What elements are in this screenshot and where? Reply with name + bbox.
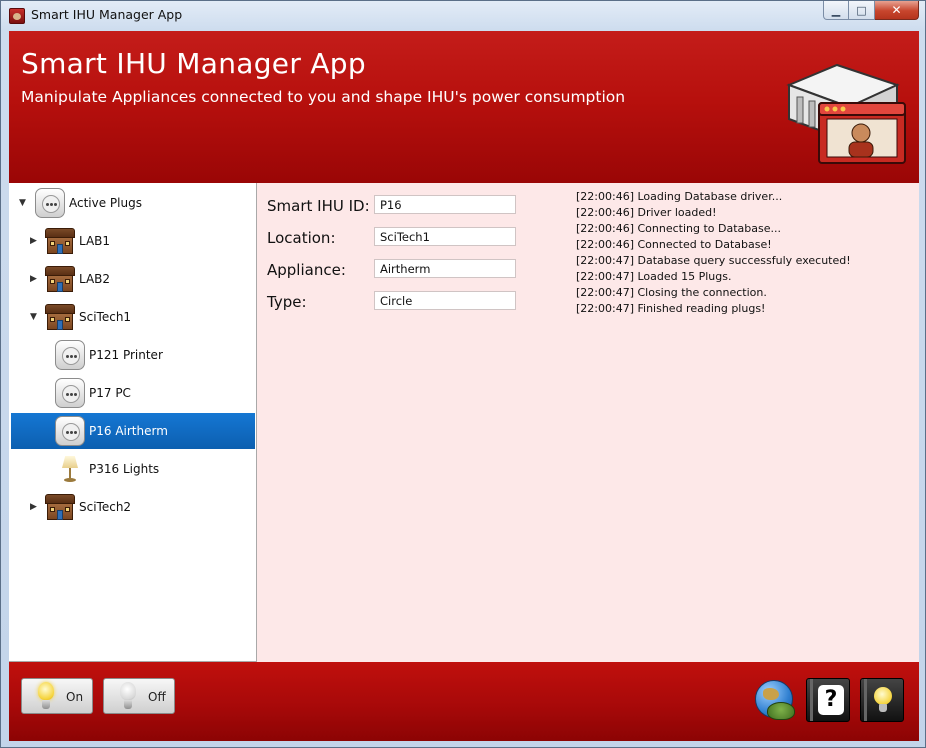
tree-item-label: LAB2	[79, 272, 111, 286]
plug-icon	[55, 340, 85, 370]
help-book-icon[interactable]: ?	[806, 678, 850, 722]
tree-item-label: P17 PC	[89, 386, 131, 400]
globe-turtle-icon[interactable]	[753, 678, 797, 722]
header-banner: Smart IHU Manager App Manipulate Applian…	[9, 31, 919, 183]
on-button-label: On	[66, 690, 84, 704]
plug-tree[interactable]: ▼ Active Plugs ▶ LAB1 ▶ LAB2 ▼ SciTech1	[9, 183, 257, 662]
house-icon	[45, 302, 75, 332]
off-button-label: Off	[148, 690, 166, 704]
log-line: [22:00:47] Loaded 15 Plugs.	[576, 270, 732, 283]
plug-icon	[55, 416, 85, 446]
tree-item-lab2[interactable]: ▶ LAB2	[11, 261, 255, 297]
lightbulb-on-icon	[36, 682, 56, 712]
tree-item-scitech2[interactable]: ▶ SciTech2	[11, 489, 255, 525]
tree-item-label: SciTech2	[79, 500, 132, 514]
app-window: Smart IHU Manager App ▁ □ ✕ Smart IHU Ma…	[0, 0, 926, 748]
smart-ihu-id-field[interactable]: P16	[374, 195, 516, 214]
tree-item-p17-pc[interactable]: P17 PC	[11, 375, 255, 411]
title-bar[interactable]: Smart IHU Manager App ▁ □ ✕	[1, 1, 925, 30]
plug-icon	[55, 378, 85, 408]
window-controls: ▁ □ ✕	[823, 1, 919, 21]
window-title: Smart IHU Manager App	[31, 7, 183, 22]
tree-item-lab1[interactable]: ▶ LAB1	[11, 223, 255, 259]
lightbulb-off-icon	[118, 682, 138, 712]
appliance-field[interactable]: Airtherm	[374, 259, 516, 278]
house-icon	[45, 264, 75, 294]
expand-arrow-icon[interactable]: ▶	[30, 236, 40, 246]
details-panel: Smart IHU ID: P16 Location: SciTech1 App…	[257, 183, 919, 662]
collapse-arrow-icon[interactable]: ▼	[30, 312, 40, 322]
tree-item-p16-airtherm[interactable]: P16 Airtherm	[11, 413, 255, 449]
minimize-button[interactable]: ▁	[823, 1, 849, 20]
tree-item-p316-lights[interactable]: P316 Lights	[11, 451, 255, 487]
type-label: Type:	[267, 293, 307, 311]
tree-item-label: SciTech1	[79, 310, 132, 324]
location-label: Location:	[267, 229, 336, 247]
lamp-icon	[55, 454, 85, 484]
smart-ihu-id-label: Smart IHU ID:	[267, 197, 370, 215]
lightbulb-icon	[873, 685, 893, 715]
footer-bar: On Off ?	[9, 662, 919, 741]
app-subtitle: Manipulate Appliances connected to you a…	[21, 88, 626, 106]
close-button[interactable]: ✕	[875, 1, 919, 20]
server-with-operator-icon	[786, 63, 906, 164]
tree-item-label: P121 Printer	[89, 348, 163, 362]
tree-item-p121-printer[interactable]: P121 Printer	[11, 337, 255, 373]
app-title: Smart IHU Manager App	[21, 47, 366, 80]
activity-log: [22:00:46] Loading Database driver... [2…	[576, 189, 906, 317]
tree-item-scitech1[interactable]: ▼ SciTech1	[11, 299, 255, 335]
log-line: [22:00:46] Loading Database driver...	[576, 190, 783, 203]
expand-arrow-icon[interactable]: ▶	[30, 502, 40, 512]
tips-book-icon[interactable]	[860, 678, 904, 722]
log-line: [22:00:47] Database query successfuly ex…	[576, 254, 851, 267]
location-field[interactable]: SciTech1	[374, 227, 516, 246]
appliance-label: Appliance:	[267, 261, 346, 279]
on-button[interactable]: On	[21, 678, 93, 714]
tree-item-label: LAB1	[79, 234, 111, 248]
client-area: Smart IHU Manager App Manipulate Applian…	[9, 31, 919, 741]
type-field[interactable]: Circle	[374, 291, 516, 310]
log-line: [22:00:47] Closing the connection.	[576, 286, 767, 299]
house-icon	[45, 492, 75, 522]
house-icon	[45, 226, 75, 256]
tree-item-label: P316 Lights	[89, 462, 160, 476]
tree-item-active-plugs[interactable]: ▼ Active Plugs	[11, 185, 255, 221]
question-mark-icon: ?	[818, 685, 844, 715]
tree-item-label: Active Plugs	[69, 196, 142, 210]
log-line: [22:00:47] Finished reading plugs!	[576, 302, 766, 315]
log-line: [22:00:46] Driver loaded!	[576, 206, 717, 219]
tree-item-label: P16 Airtherm	[89, 424, 168, 438]
maximize-button[interactable]: □	[849, 1, 875, 20]
app-icon[interactable]	[9, 8, 25, 24]
log-line: [22:00:46] Connecting to Database...	[576, 222, 781, 235]
off-button[interactable]: Off	[103, 678, 175, 714]
collapse-arrow-icon[interactable]: ▼	[19, 198, 29, 208]
expand-arrow-icon[interactable]: ▶	[30, 274, 40, 284]
log-line: [22:00:46] Connected to Database!	[576, 238, 772, 251]
plug-icon	[35, 188, 65, 218]
